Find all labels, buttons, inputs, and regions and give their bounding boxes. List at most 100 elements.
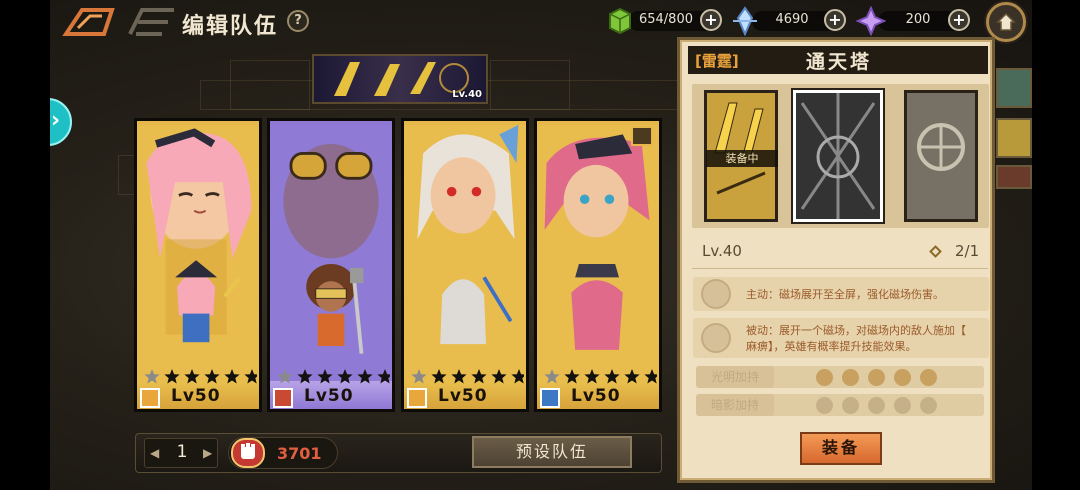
team-page-number: 1 [176,442,188,462]
next-team-button[interactable]: ▶ [203,446,212,460]
crystal-value: 4690 [775,12,809,27]
moon-orb-icon [894,397,911,414]
star-icon [204,369,220,384]
bg-thumbnail [996,165,1032,189]
sun-orb-icon [920,369,937,386]
screen-edge-left [0,0,50,490]
moon-orb-icon [920,397,937,414]
sun-orb-icon [842,369,859,386]
crystal-icon [733,6,757,36]
weapon-element-tag: [雷霆] [695,52,739,70]
class-badge-icon [540,388,560,408]
page-title: 编辑队伍 [182,14,279,39]
dark-blessing-label: 暗影加持 [696,394,774,416]
stamina-counter: 654/800 + [606,7,722,35]
star-icon [224,369,240,384]
class-badge-icon [407,388,427,408]
team-pager: ◀ 1 ▶ [144,438,218,468]
hero-level-4: Lv50 [571,386,621,406]
star-icon [624,369,640,384]
game-logo-icon [62,8,174,36]
previous-team-button[interactable]: ◀ [150,446,159,460]
sun-orb-icon [816,369,833,386]
equipped-label: 装备中 [706,150,778,167]
hero-card-2[interactable]: Lv50 [267,118,395,412]
hero-portrait-4 [537,124,659,406]
star-icon [564,369,580,384]
awaken-star-icon [411,369,427,384]
star-icon [184,369,200,384]
passive-skill-row: 被动：展开一个磁场，对磁场内的敌人施加【 麻痹】，英雄有概率提升技能效果。 [693,318,989,358]
hero-level-3: Lv50 [438,386,488,406]
light-blessing-row: 光明加持 [696,366,984,388]
hero-level-2: Lv50 [304,386,354,406]
fist-power-icon [231,438,265,468]
star-icon [431,369,447,384]
star-icon [604,369,620,384]
moon-orb-icon [868,397,885,414]
moon-orb-icon [816,397,833,414]
passive-skill-icon [701,323,731,353]
home-button[interactable] [986,2,1026,42]
hero-card-4[interactable]: Lv50 [534,118,662,412]
star-rating-2 [277,369,390,384]
light-blessing-label: 光明加持 [696,366,774,388]
weapon-art-2 [796,93,880,219]
active-skill-row: 主动：磁场展开至全屏，强化磁场伤害。 [693,277,989,311]
help-icon[interactable]: ? [287,10,309,32]
preset-team-button[interactable]: 预设队伍 [472,436,632,468]
passive-skill-text-1: 被动：展开一个磁场，对磁场内的敌人施加【 [746,324,966,337]
hero-card-1[interactable]: Lv50 [134,118,262,412]
add-stamina-button[interactable]: + [700,9,722,31]
add-crystal-button[interactable]: + [824,9,846,31]
passive-skill-text-2: 麻痹】，英雄有概率提升技能效果。 [746,340,917,353]
class-badge-icon [273,388,293,408]
star-icon [511,369,524,384]
star-rating-3 [411,369,524,384]
gem-value: 200 [905,12,931,27]
dark-blessing-row: 暗影加持 [696,394,984,416]
moon-orb-icon [842,397,859,414]
active-skill-text: 主动：磁场展开至全屏，强化磁场伤害。 [746,288,944,301]
team-power-value: 3701 [277,444,322,463]
hero-portrait-2 [270,124,392,406]
team-power-display: 3701 [228,437,338,469]
hero-portrait-1 [137,124,259,406]
awaken-star-icon [544,369,560,384]
bg-thumbnail [996,68,1032,108]
bg-thumbnail [996,118,1032,158]
hero-level-1: Lv50 [171,386,221,406]
game-screen: 编辑队伍 ? 654/800 + 4690 + 200 + › Lv.40 Lv… [0,0,1080,490]
star-icon [244,369,257,384]
weapon-art-3 [907,93,975,219]
home-icon [996,12,1016,31]
hero-portrait-3 [404,124,526,406]
star-icon [317,369,333,384]
divider [692,268,988,269]
crystal-counter: 4690 + [730,6,846,36]
chevron-right-icon: › [51,108,61,133]
weapon-card-3[interactable] [904,90,978,222]
star-icon [644,369,657,384]
weapon-name: 通天塔 [806,51,873,73]
awaken-star-icon [277,369,293,384]
sun-orb-icon [868,369,885,386]
hero-card-3[interactable]: Lv50 [401,118,529,412]
leader-crown-icon [631,126,653,146]
weapon-card-2[interactable] [793,90,883,222]
star-icon [491,369,507,384]
weapon-count: 2/1 [955,242,980,260]
star-rating-1 [144,369,257,384]
stamina-value: 654/800 [638,12,693,27]
purple-gem-icon [856,6,886,36]
star-icon [451,369,467,384]
equip-button[interactable]: 装备 [800,432,882,465]
bg-frame-pattern-right [490,60,570,110]
star-icon [377,369,390,384]
equipped-weapon-tab[interactable]: Lv.40 [312,54,488,104]
star-icon [584,369,600,384]
add-gem-button[interactable]: + [948,9,970,31]
sun-orb-icon [894,369,911,386]
screen-edge-right [1032,0,1080,490]
bg-frame-pattern-left [230,60,310,110]
